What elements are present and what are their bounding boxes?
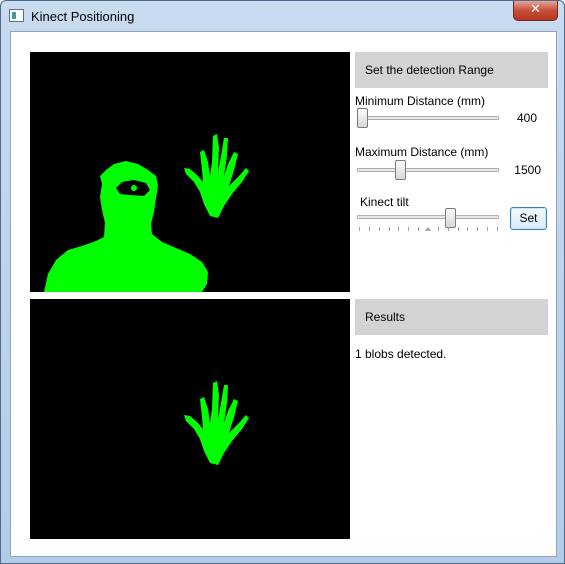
tilt-tick xyxy=(378,227,380,231)
person-silhouette xyxy=(44,161,208,292)
app-window-icon[interactable] xyxy=(9,9,24,22)
client-area: Set the detection Range Minimum Distance… xyxy=(10,31,557,557)
depth-view-top xyxy=(30,52,350,292)
results-header: Results xyxy=(355,299,548,335)
tilt-tick xyxy=(368,227,370,231)
max-distance-label: Maximum Distance (mm) xyxy=(355,145,489,159)
tilt-tick xyxy=(437,227,439,231)
kinect-tilt-thumb[interactable] xyxy=(444,208,456,228)
max-distance-thumb[interactable] xyxy=(394,160,406,180)
max-distance-track[interactable] xyxy=(357,168,499,172)
tilt-tick xyxy=(447,227,449,231)
tilt-tick xyxy=(477,227,479,231)
app-window: Kinect Positioning ✕ Set the detection R… xyxy=(0,0,565,564)
kinect-tilt-label: Kinect tilt xyxy=(360,195,409,209)
tilt-tick xyxy=(457,227,459,231)
tilt-tick xyxy=(418,227,420,231)
tilt-tick xyxy=(398,227,400,231)
title-bar[interactable]: Kinect Positioning ✕ xyxy=(1,1,564,31)
hand-blob xyxy=(184,134,249,218)
hand-blob xyxy=(184,381,249,465)
tilt-center-marker xyxy=(425,227,431,231)
min-distance-value: 400 xyxy=(516,111,537,125)
set-button[interactable]: Set xyxy=(510,207,547,230)
detection-range-header: Set the detection Range xyxy=(355,52,548,88)
window-title: Kinect Positioning xyxy=(31,9,135,24)
tilt-tick xyxy=(359,227,360,231)
tilt-tick xyxy=(497,227,498,231)
blob-view-bottom xyxy=(30,299,350,539)
min-distance-label: Minimum Distance (mm) xyxy=(355,94,486,108)
tilt-tick xyxy=(467,227,469,231)
tilt-tick xyxy=(408,227,410,231)
kinect-tilt-track[interactable] xyxy=(357,215,499,219)
min-distance-thumb[interactable] xyxy=(357,108,368,128)
tilt-tick xyxy=(487,227,489,231)
results-text: 1 blobs detected. xyxy=(355,347,447,361)
tilt-tick xyxy=(388,227,390,231)
max-distance-value: 1500 xyxy=(514,163,541,177)
close-button[interactable]: ✕ xyxy=(513,1,558,21)
depth-blobs-bottom xyxy=(184,381,249,465)
depth-blobs-top xyxy=(44,134,249,292)
